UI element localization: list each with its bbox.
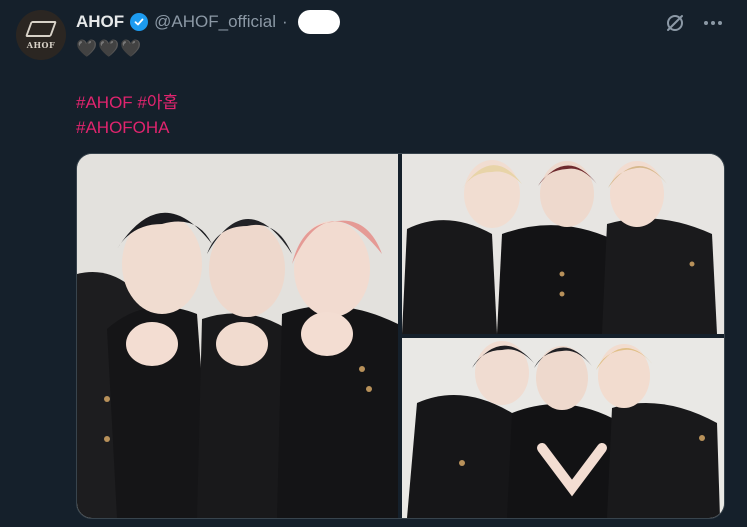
- hashtag-ahofoha[interactable]: #AHOFOHA: [76, 118, 170, 137]
- ahof-logo-mark: [25, 20, 57, 37]
- avatar-logo-text: AHOF: [26, 39, 56, 50]
- photo-heart-gesture[interactable]: [402, 338, 724, 518]
- black-hearts-text: 🖤🖤🖤: [76, 39, 143, 58]
- display-name[interactable]: AHOF: [76, 12, 124, 32]
- timestamp-redacted: [297, 10, 340, 34]
- photo-group-pose[interactable]: [402, 154, 724, 334]
- photo-heart-hands[interactable]: [77, 154, 398, 518]
- handle[interactable]: @AHOF_official: [154, 12, 276, 32]
- separator-dot: ·: [282, 12, 288, 31]
- more-icon[interactable]: [701, 11, 725, 35]
- tweet-header: AHOF @AHOF_official ·: [76, 10, 340, 34]
- hashtag-ahof[interactable]: #AHOF: [76, 93, 133, 112]
- hashtag-ahop-korean[interactable]: #아홉: [137, 93, 178, 112]
- tweet-actions: [663, 11, 725, 35]
- verified-badge-icon[interactable]: [130, 13, 149, 31]
- media-grid: [76, 153, 725, 519]
- hashtag-block: #AHOF #아홉 #AHOFOHA: [76, 90, 178, 140]
- avatar[interactable]: AHOF: [16, 10, 66, 60]
- grok-icon[interactable]: [663, 11, 687, 35]
